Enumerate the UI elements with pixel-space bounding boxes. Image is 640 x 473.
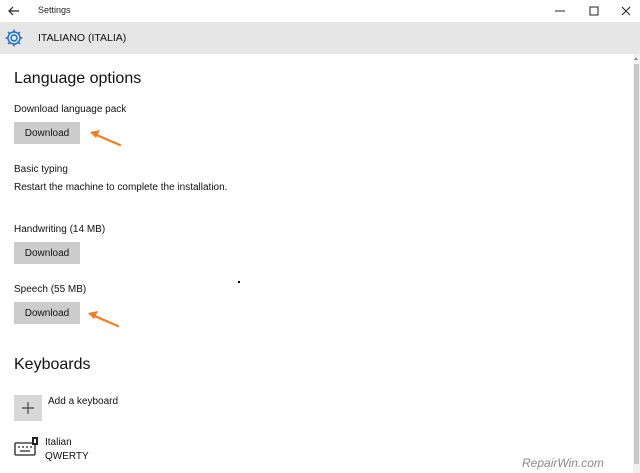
basic-typing-label: Basic typing (14, 164, 68, 175)
page-title: ITALIANO (ITALIA) (38, 32, 127, 44)
vertical-scrollbar[interactable] (633, 54, 640, 473)
handwriting-label: Handwriting (14 MB) (14, 224, 106, 235)
minimize-icon[interactable] (551, 3, 569, 19)
keyboard-layout: QWERTY (45, 451, 89, 462)
keyboard-icon (14, 436, 40, 458)
annotation-arrow-icon (88, 311, 120, 328)
language-options-heading: Language options (14, 70, 142, 87)
download-pack-label: Download language pack (14, 104, 127, 115)
scroll-up-icon[interactable] (634, 57, 638, 60)
keyboard-name[interactable]: Italian (45, 437, 72, 448)
add-keyboard-label[interactable]: Add a keyboard (48, 396, 118, 407)
scroll-thumb[interactable] (634, 64, 639, 464)
plus-icon (22, 402, 34, 414)
keyboards-heading: Keyboards (14, 356, 91, 373)
maximize-icon[interactable] (585, 3, 603, 19)
speech-label: Speech (55 MB) (14, 284, 87, 295)
basic-typing-status: Restart the machine to complete the inst… (14, 182, 228, 193)
download-handwriting-button[interactable]: Download (14, 242, 80, 264)
close-icon[interactable] (617, 3, 635, 19)
annotation-arrow-icon (90, 130, 122, 147)
download-language-pack-button[interactable]: Download (14, 122, 80, 144)
cursor-dot (238, 281, 240, 283)
title-bar: Settings (0, 0, 640, 22)
add-keyboard-button[interactable] (14, 395, 42, 421)
gear-icon (4, 28, 24, 48)
back-arrow-icon[interactable] (6, 3, 22, 19)
window-title: Settings (38, 5, 71, 15)
watermark: RepairWin.com (522, 456, 604, 470)
download-speech-button[interactable]: Download (14, 302, 80, 324)
page-header: ITALIANO (ITALIA) (0, 22, 640, 54)
